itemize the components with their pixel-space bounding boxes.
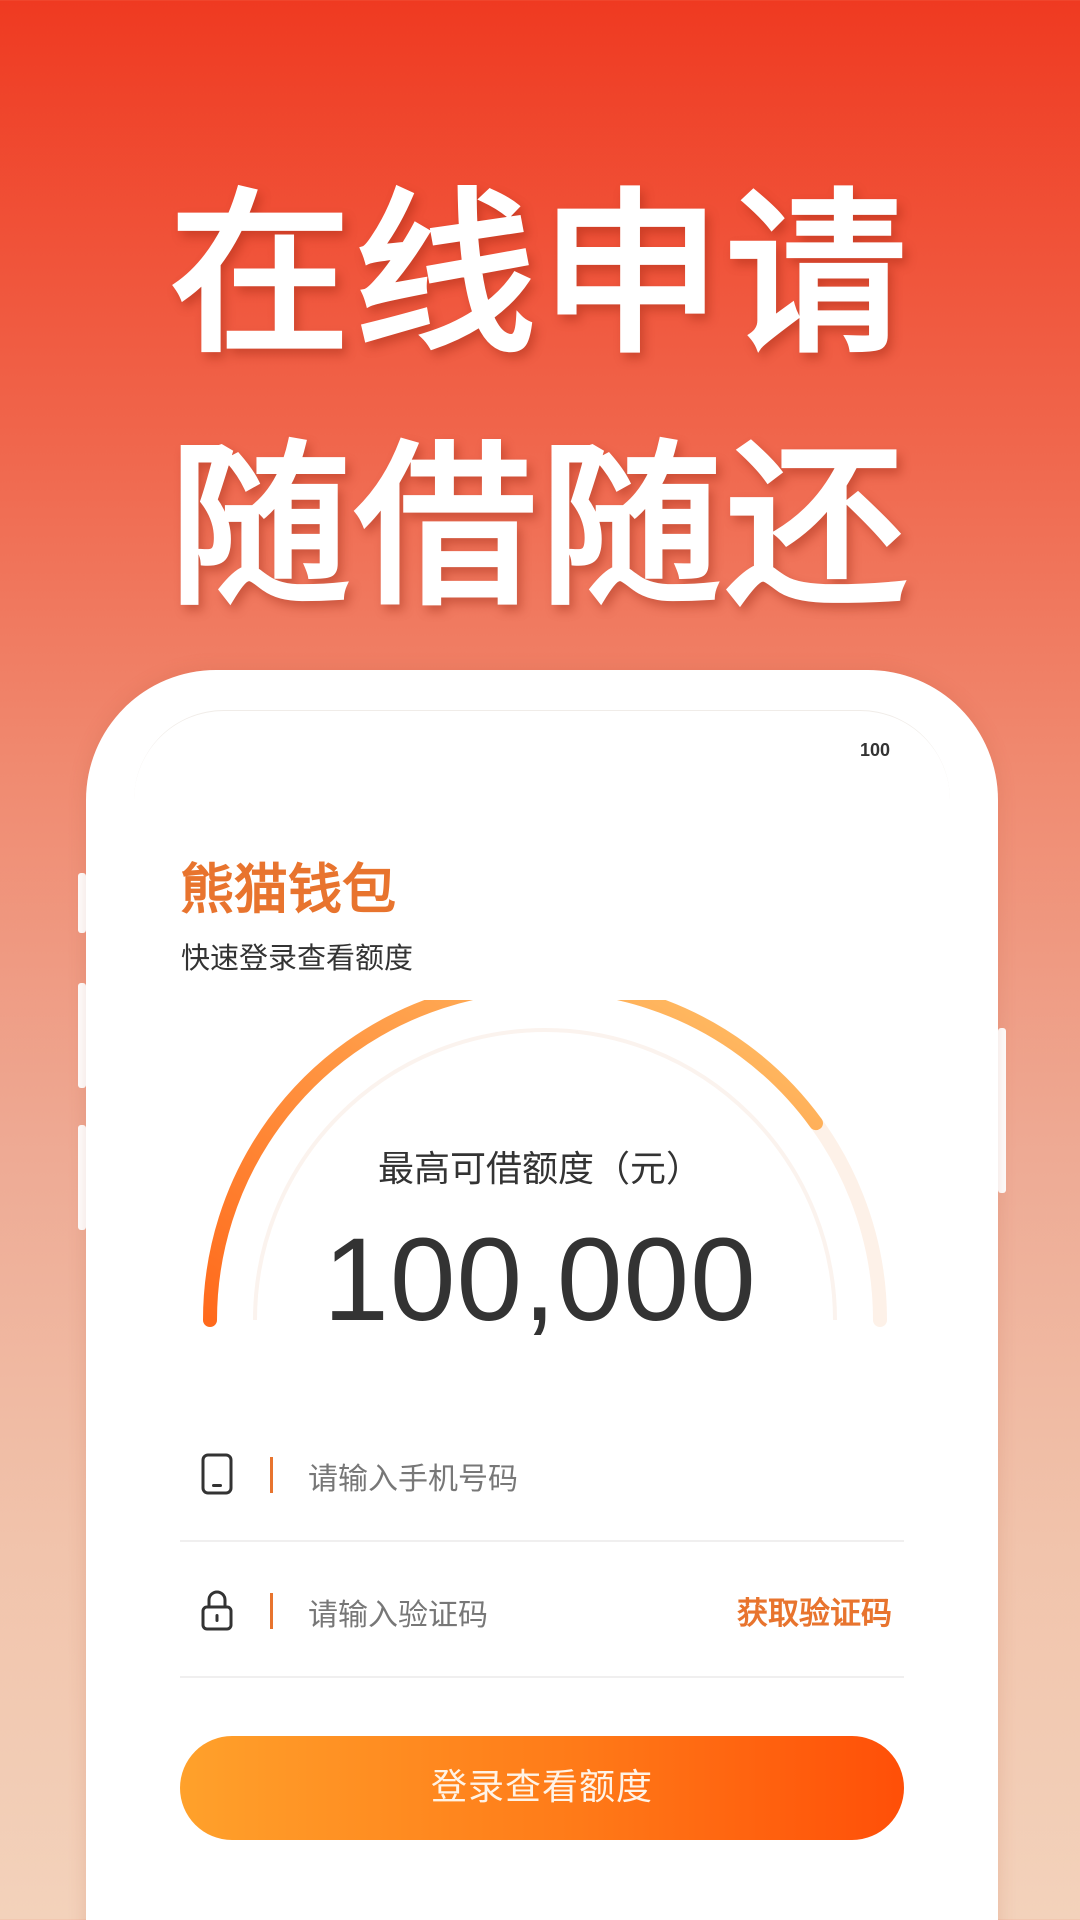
screen-edge	[134, 710, 950, 831]
phone-input[interactable]: 请输入手机号码	[308, 1454, 518, 1498]
code-field[interactable]: 请输入验证码 获取验证码	[180, 1546, 904, 1678]
code-input[interactable]: 请输入验证码	[308, 1590, 488, 1634]
headline-line-1: 在线申请	[169, 173, 911, 378]
input-divider	[270, 1593, 273, 1629]
app-subtitle: 快速登录查看额度	[181, 941, 414, 975]
phone-field[interactable]: 请输入手机号码	[180, 1410, 904, 1542]
login-button[interactable]: 登录查看额度	[180, 1736, 904, 1840]
battery-indicator: 100	[860, 740, 891, 760]
phone-side-button	[78, 983, 86, 1088]
input-divider	[270, 1457, 273, 1493]
gauge-value: 100,000	[323, 1214, 757, 1346]
phone-icon	[201, 1453, 233, 1495]
headline-line-2: 随借随还	[169, 425, 911, 630]
lock-icon	[201, 1590, 233, 1631]
gauge-label: 最高可借额度（元）	[377, 1149, 702, 1190]
get-code-button[interactable]: 获取验证码	[737, 1588, 892, 1633]
phone-side-button	[78, 873, 86, 933]
app-brand: 熊猫钱包	[180, 858, 396, 921]
